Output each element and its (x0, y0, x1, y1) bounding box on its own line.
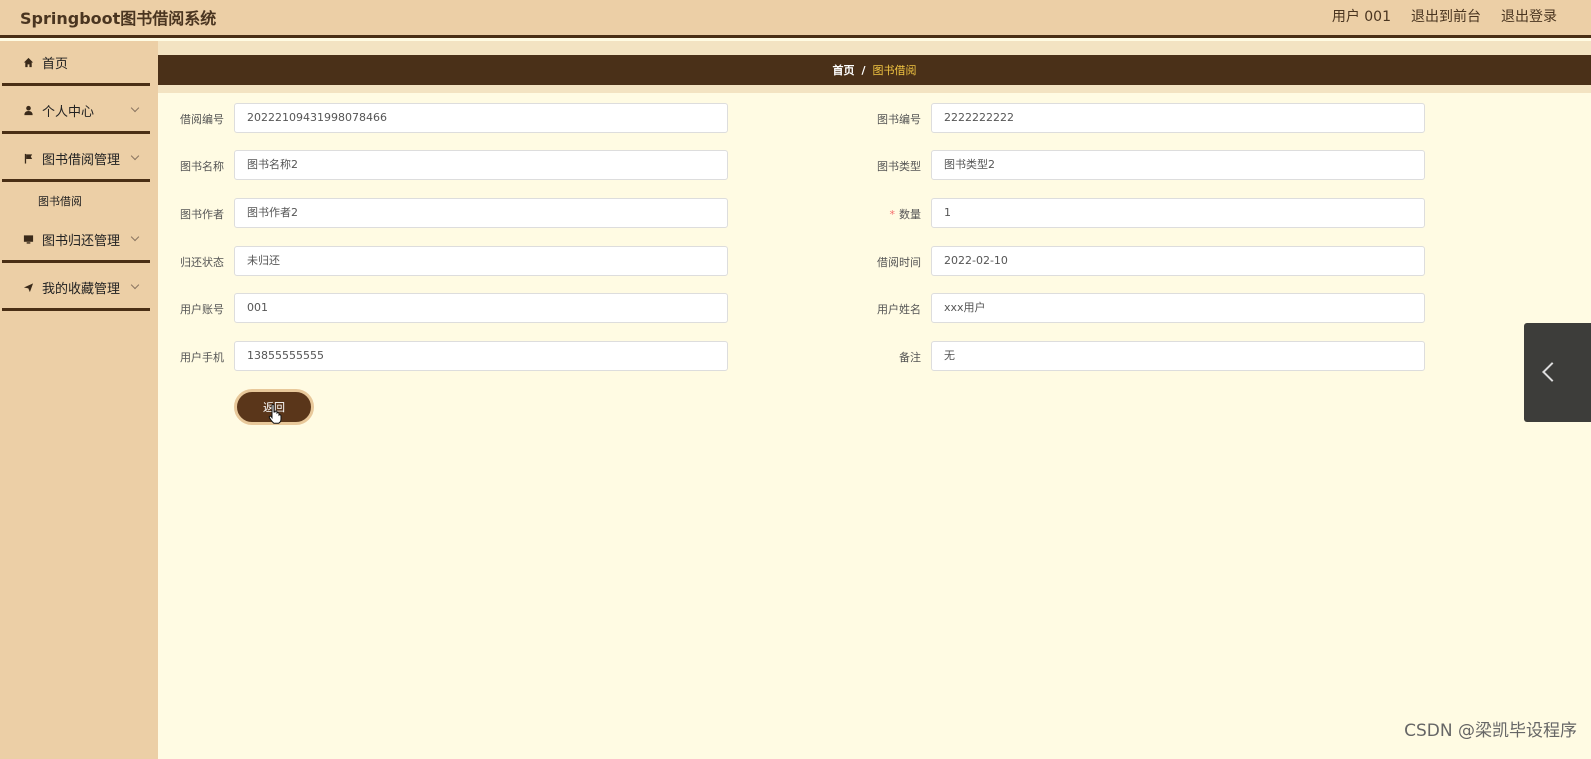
content-strip-lower (158, 85, 1591, 93)
return-status-field[interactable]: 未归还 (234, 246, 728, 276)
borrow-no-label: 借阅编号 (180, 113, 224, 126)
send-icon (22, 281, 34, 293)
top-links: 用户 001 退出到前台 退出登录 (1332, 6, 1557, 26)
content-top-strip (158, 41, 1591, 55)
quantity-label: * 数量 (841, 206, 922, 222)
book-type-field[interactable]: 图书类型2 (931, 150, 1425, 180)
book-no-label: 图书编号 (877, 113, 921, 126)
required-asterisk: * (889, 208, 896, 221)
watermark: CSDN @梁凯毕设程序 (1404, 721, 1577, 741)
author-label: 图书作者 (180, 208, 224, 221)
chevron-down-icon (130, 103, 140, 113)
book-name-field[interactable]: 图书名称2 (234, 150, 728, 180)
breadcrumb-home[interactable]: 首页 (832, 62, 854, 78)
remark-label: 备注 (899, 351, 921, 364)
quantity-label-text: 数量 (899, 208, 921, 221)
hand-cursor-icon (268, 403, 282, 428)
remark-field[interactable]: 无 (931, 341, 1425, 371)
sidebar-item-borrow-management[interactable]: 图书借阅管理 (2, 137, 150, 182)
sidebar-item-label: 图书归还管理 (42, 233, 121, 249)
borrow-no-field[interactable]: 20222109431998078466 (234, 103, 728, 133)
sidebar: 首页 个人中心 图书借阅管理 图书借阅 图书归还管理 我的收藏管理 (0, 41, 158, 759)
account-label: 用户账号 (180, 303, 224, 316)
sidebar-item-label: 首页 (42, 56, 69, 72)
top-header: Springboot图书借阅系统 用户 001 退出到前台 退出登录 (0, 0, 1591, 38)
user-name-field[interactable]: xxx用户 (931, 293, 1425, 323)
logout-link[interactable]: 退出登录 (1501, 6, 1557, 26)
monitor-icon (22, 233, 34, 245)
quantity-field[interactable]: 1 (931, 198, 1425, 228)
current-user-label: 用户 001 (1331, 9, 1391, 25)
exit-to-front-link[interactable]: 退出到前台 (1411, 6, 1481, 26)
book-name-label: 图书名称 (180, 160, 224, 173)
book-no-field[interactable]: 2222222222 (931, 103, 1425, 133)
phone-label: 用户手机 (180, 351, 224, 364)
sidebar-item-favorites-management[interactable]: 我的收藏管理 (2, 266, 150, 311)
sidebar-item-return-management[interactable]: 图书归还管理 (2, 218, 150, 263)
account-field[interactable]: 001 (234, 293, 728, 323)
phone-field[interactable]: 13855555555 (234, 341, 728, 371)
sidebar-item-label: 个人中心 (42, 104, 95, 120)
user-name-label: 用户姓名 (877, 303, 921, 316)
breadcrumb-current: 图书借阅 (872, 64, 917, 77)
chevron-down-icon (130, 151, 140, 161)
home-icon (22, 56, 34, 68)
sidebar-item-home[interactable]: 首页 (2, 41, 150, 86)
chevron-left-icon (1542, 362, 1562, 382)
breadcrumb: 首页 / 图书借阅 (158, 55, 1591, 85)
book-type-label: 图书类型 (877, 160, 921, 173)
side-panel-toggle[interactable] (1524, 323, 1591, 422)
app-title: Springboot图书借阅系统 (20, 9, 217, 28)
chevron-down-icon (130, 280, 140, 290)
user-icon (22, 104, 34, 116)
chevron-down-icon (130, 232, 140, 242)
borrow-time-field[interactable]: 2022-02-10 (931, 246, 1425, 276)
flag-icon (22, 152, 34, 164)
sidebar-item-label: 我的收藏管理 (42, 281, 121, 297)
borrow-time-label: 借阅时间 (877, 256, 921, 269)
author-field[interactable]: 图书作者2 (234, 198, 728, 228)
sidebar-subitem-book-borrow[interactable]: 图书借阅 (38, 193, 82, 209)
sidebar-item-label: 图书借阅管理 (42, 152, 121, 168)
breadcrumb-separator: / (861, 63, 866, 77)
return-status-label: 归还状态 (180, 256, 224, 269)
sidebar-item-personal-center[interactable]: 个人中心 (2, 89, 150, 134)
